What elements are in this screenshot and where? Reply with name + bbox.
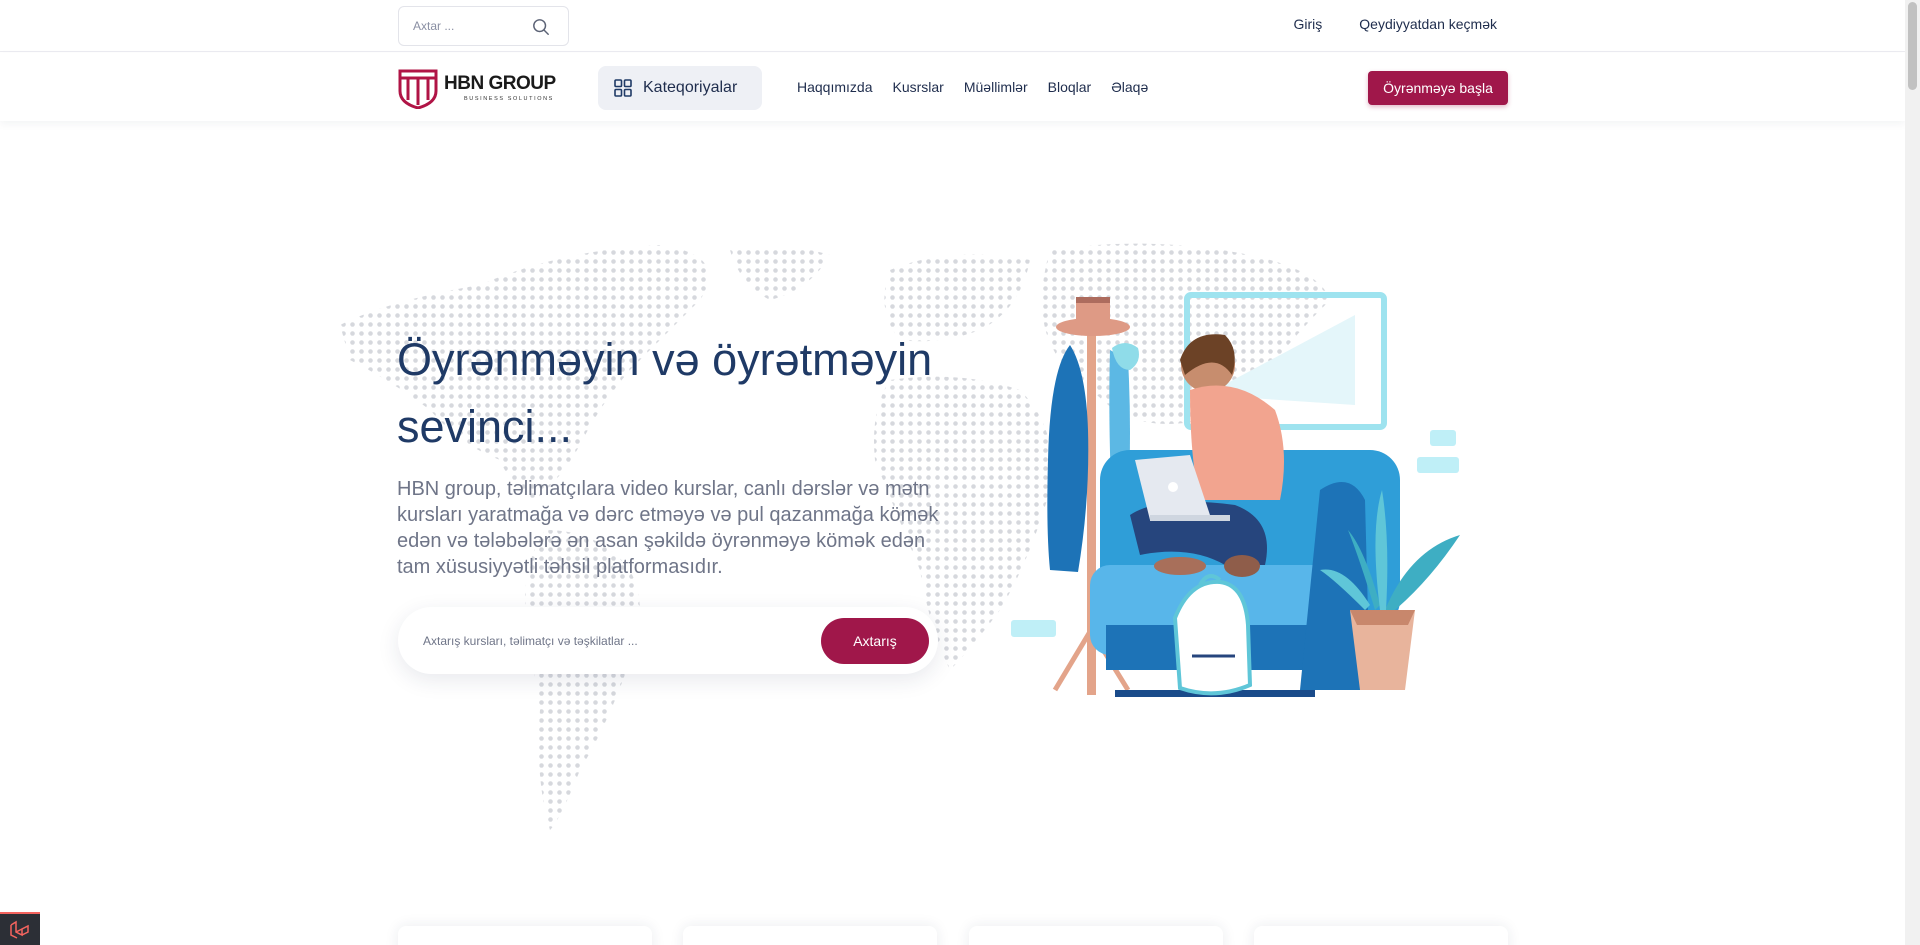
nav-link-contact[interactable]: Əlaqə bbox=[1111, 79, 1148, 95]
scrollbar-thumb[interactable] bbox=[1908, 2, 1917, 90]
logo-text: HBN GROUP BUSINESS SOLUTIONS bbox=[444, 73, 556, 103]
top-search-input[interactable] bbox=[413, 19, 523, 33]
register-link[interactable]: Qeydiyyatdan keçmək bbox=[1359, 16, 1497, 32]
start-learning-button[interactable]: Öyrənməyə başla bbox=[1368, 71, 1508, 105]
top-search-box[interactable] bbox=[398, 6, 569, 46]
feature-card[interactable] bbox=[1254, 926, 1508, 945]
nav-link-blogs[interactable]: Bloqlar bbox=[1048, 79, 1092, 95]
categories-button[interactable]: Kateqoriyalar bbox=[598, 66, 762, 110]
feature-card[interactable] bbox=[398, 926, 652, 945]
page-scrollbar[interactable] bbox=[1905, 0, 1920, 945]
nav-link-courses[interactable]: Kusrslar bbox=[892, 79, 943, 95]
hero-title: Öyrənməyin və öyrətməyin sevinci... bbox=[397, 334, 933, 452]
hero-search-button[interactable]: Axtarış bbox=[821, 618, 929, 664]
logo-name: HBN GROUP bbox=[444, 73, 556, 94]
logo-tagline: BUSINESS SOLUTIONS bbox=[464, 96, 554, 102]
nav-links: Haqqımızda Kusrslar Müəllimlər Bloqlar Ə… bbox=[797, 79, 1148, 95]
logo-mark bbox=[398, 69, 438, 109]
hero-illustration bbox=[1011, 292, 1460, 697]
categories-label: Kateqoriyalar bbox=[643, 79, 738, 96]
hero-search-input[interactable] bbox=[423, 633, 783, 648]
nav-link-teachers[interactable]: Müəllimlər bbox=[964, 79, 1028, 95]
top-bar: Giriş Qeydiyyatdan keçmək bbox=[0, 0, 1905, 52]
main-nav: HBN GROUP BUSINESS SOLUTIONS Kateqoriyal… bbox=[0, 53, 1905, 121]
laravel-icon bbox=[10, 920, 29, 939]
page: Giriş Qeydiyyatdan keçmək HBN GROUP BUSI… bbox=[0, 0, 1920, 945]
hero-description: HBN group, təlimatçılara video kurslar, … bbox=[397, 478, 939, 578]
hero-search-box: Axtarış bbox=[398, 607, 938, 674]
nav-link-about[interactable]: Haqqımızda bbox=[797, 79, 872, 95]
login-link[interactable]: Giriş bbox=[1293, 16, 1322, 32]
search-icon[interactable] bbox=[532, 18, 550, 36]
feature-card[interactable] bbox=[683, 926, 937, 945]
feature-card[interactable] bbox=[969, 926, 1223, 945]
grid-icon bbox=[614, 79, 632, 97]
auth-links: Giriş Qeydiyyatdan keçmək bbox=[1293, 16, 1497, 32]
debugbar-toggle[interactable] bbox=[0, 912, 40, 945]
logo[interactable]: HBN GROUP BUSINESS SOLUTIONS bbox=[396, 67, 568, 109]
